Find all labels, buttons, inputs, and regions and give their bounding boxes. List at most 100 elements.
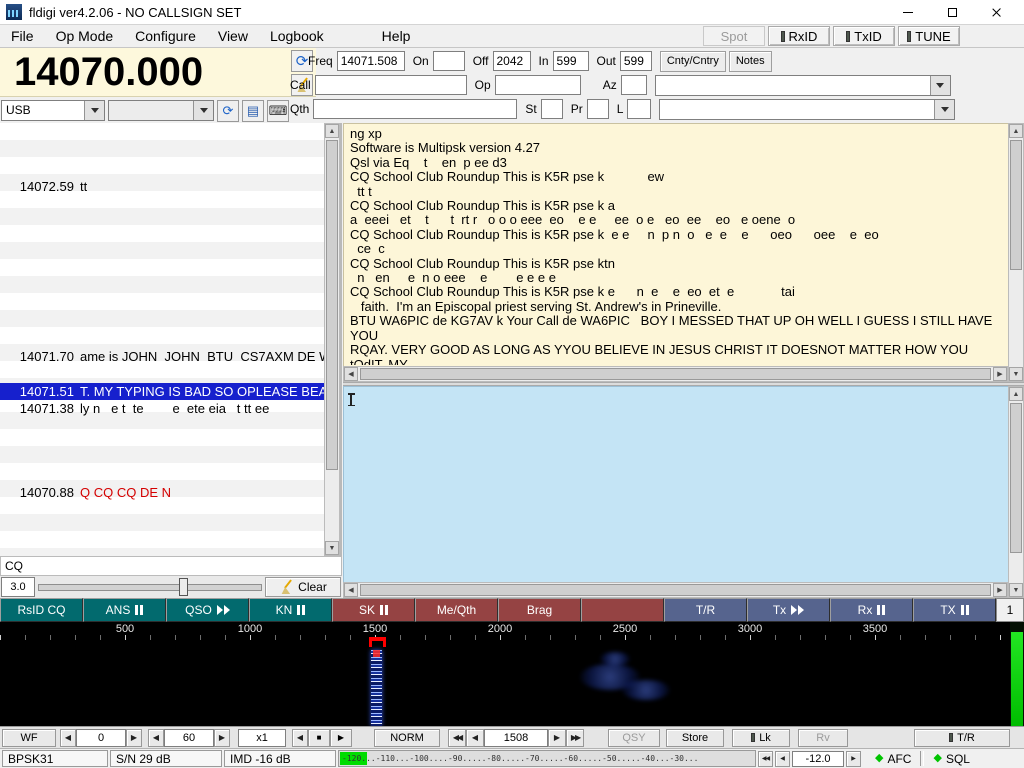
range-decrease-button[interactable]: ◀: [148, 729, 164, 747]
macro-editor-button[interactable]: ▤: [242, 100, 264, 122]
scroll-down-icon[interactable]: ▼: [1009, 583, 1023, 597]
rx-text[interactable]: ng xp Software is Multipsk version 4.27 …: [344, 124, 1007, 365]
combo-arrow-button[interactable]: [84, 101, 104, 120]
notes-combo[interactable]: [659, 99, 955, 120]
tx-panel[interactable]: ▲ ▼ ◀ ▶: [343, 386, 1024, 598]
macro-brag[interactable]: Brag: [498, 598, 581, 622]
scrollbar-thumb[interactable]: [1010, 403, 1022, 553]
wf-run-button[interactable]: ▶: [330, 729, 352, 747]
browser-seek-field[interactable]: CQ: [0, 556, 342, 576]
maximize-button[interactable]: [930, 0, 974, 24]
browser-clear-button[interactable]: Clear: [265, 577, 341, 597]
macro-tx[interactable]: Tx: [747, 598, 830, 622]
seek-right-fast-button[interactable]: ▶▶: [566, 729, 584, 747]
tx-scrollbar[interactable]: ▲ ▼: [1008, 386, 1024, 598]
menu-configure[interactable]: Configure: [124, 25, 207, 47]
seek-right-button[interactable]: ▶: [548, 729, 566, 747]
macro-kn[interactable]: KN: [249, 598, 332, 622]
bandwidth-combo[interactable]: [108, 100, 214, 121]
time-on-field[interactable]: [433, 51, 465, 71]
audio-frequency-value[interactable]: 1508: [484, 729, 548, 747]
minimize-button[interactable]: [886, 0, 930, 24]
browser-channel[interactable]: 14071.70 ame is JOHN JOHN BTU CS7AXM DE …: [0, 348, 326, 365]
shift-left-button[interactable]: ◀: [292, 729, 308, 747]
browser-channel-selected[interactable]: 14071.51 T. MY TYPING IS BAD SO OPLEASE …: [0, 383, 326, 400]
upper-signal-value[interactable]: 0: [76, 729, 126, 747]
scroll-right-icon[interactable]: ▶: [993, 367, 1007, 381]
afc-toggle[interactable]: ◆ AFC: [871, 752, 915, 766]
macro-empty[interactable]: [581, 598, 664, 622]
zoom-button[interactable]: x1: [238, 729, 286, 747]
country-combo[interactable]: [655, 75, 951, 96]
tx-h-scrollbar[interactable]: ◀ ▶: [343, 582, 1008, 598]
macro-tx2[interactable]: TX: [913, 598, 996, 622]
close-button[interactable]: [974, 0, 1018, 24]
scrollbar-thumb[interactable]: [1010, 140, 1022, 270]
tune-button[interactable]: TUNE: [898, 26, 960, 46]
macro-rsid-cq[interactable]: RsID CQ: [0, 598, 83, 622]
squelch-level-value[interactable]: -12.0: [792, 751, 844, 767]
keyboard-button[interactable]: ⌨: [267, 100, 289, 122]
squelch-fast-decrease-button[interactable]: ◀◀: [758, 751, 773, 767]
scroll-left-icon[interactable]: ◀: [344, 583, 358, 597]
macro-rx[interactable]: Rx: [830, 598, 913, 622]
squelch-decrease-button[interactable]: ◀: [775, 751, 790, 767]
txid-button[interactable]: TxID: [833, 26, 895, 46]
squelch-increase-button[interactable]: ▶: [846, 751, 861, 767]
squelch-value[interactable]: 3.0: [1, 577, 35, 597]
combo-arrow-button[interactable]: [934, 100, 954, 119]
scroll-down-icon[interactable]: ▼: [325, 541, 339, 555]
macro-page-button[interactable]: 1: [996, 598, 1024, 622]
menu-op-mode[interactable]: Op Mode: [45, 25, 125, 47]
call-field[interactable]: [315, 75, 467, 95]
slider-handle[interactable]: [179, 578, 188, 596]
scroll-down-icon[interactable]: ▼: [1009, 367, 1023, 381]
scroll-right-icon[interactable]: ▶: [993, 583, 1007, 597]
notes-tab[interactable]: Notes: [729, 51, 772, 72]
browser-channel[interactable]: 14072.59 tt: [0, 178, 326, 195]
lock-button[interactable]: Lk: [732, 729, 790, 747]
psk-browser[interactable]: 14072.59 tt 14071.70 ame is JOHN JOHN BT…: [0, 123, 342, 556]
refresh-button[interactable]: ⟳: [217, 100, 239, 122]
rx-panel[interactable]: ng xp Software is Multipsk version 4.27 …: [343, 123, 1024, 382]
macro-sk[interactable]: SK: [332, 598, 415, 622]
menu-help[interactable]: Help: [371, 25, 422, 47]
rx-scrollbar[interactable]: ▲ ▼: [1008, 123, 1024, 382]
menu-file[interactable]: File: [0, 25, 45, 47]
rst-in-field[interactable]: [553, 51, 589, 71]
wf-speed-button[interactable]: NORM: [374, 729, 440, 747]
macro-qso[interactable]: QSO: [166, 598, 249, 622]
upper-signal-decrease-button[interactable]: ◀: [60, 729, 76, 747]
wf-mode-button[interactable]: WF: [2, 729, 56, 747]
browser-scrollbar[interactable]: ▲ ▼: [324, 123, 340, 556]
scroll-left-icon[interactable]: ◀: [344, 367, 358, 381]
seek-left-fast-button[interactable]: ◀◀: [448, 729, 466, 747]
upper-signal-increase-button[interactable]: ▶: [126, 729, 142, 747]
browser-channel-alert[interactable]: 14070.88 Q CQ CQ DE N: [0, 484, 326, 501]
rst-out-field[interactable]: [620, 51, 652, 71]
scrollbar-thumb[interactable]: [360, 368, 991, 380]
locator-field[interactable]: [627, 99, 651, 119]
squelch-slider[interactable]: [38, 577, 262, 597]
menu-view[interactable]: View: [207, 25, 259, 47]
scrollbar-thumb[interactable]: [326, 140, 338, 470]
wf-stop-button[interactable]: ■: [308, 729, 330, 747]
time-off-field[interactable]: [493, 51, 531, 71]
freq-field[interactable]: [337, 51, 405, 71]
az-field[interactable]: [621, 75, 647, 95]
rxid-button[interactable]: RxID: [768, 26, 830, 46]
mode-status-button[interactable]: BPSK31: [2, 750, 108, 767]
waterfall-display[interactable]: [0, 640, 1010, 726]
macro-tr[interactable]: T/R: [664, 598, 747, 622]
rig-mode-combo[interactable]: USB: [1, 100, 105, 121]
store-button[interactable]: Store: [666, 729, 724, 747]
sql-toggle[interactable]: ◆ SQL: [929, 752, 973, 766]
waterfall-widget[interactable]: 500 1000 1500 2000 2500 3000 3500: [0, 622, 1024, 726]
qth-field[interactable]: [313, 99, 517, 119]
province-field[interactable]: [587, 99, 609, 119]
range-increase-button[interactable]: ▶: [214, 729, 230, 747]
browser-channel[interactable]: 14071.38 ly n e t te e ete eia t tt ee: [0, 400, 326, 417]
macro-ans[interactable]: ANS: [83, 598, 166, 622]
op-field[interactable]: [495, 75, 581, 95]
signal-trace[interactable]: [371, 650, 382, 726]
